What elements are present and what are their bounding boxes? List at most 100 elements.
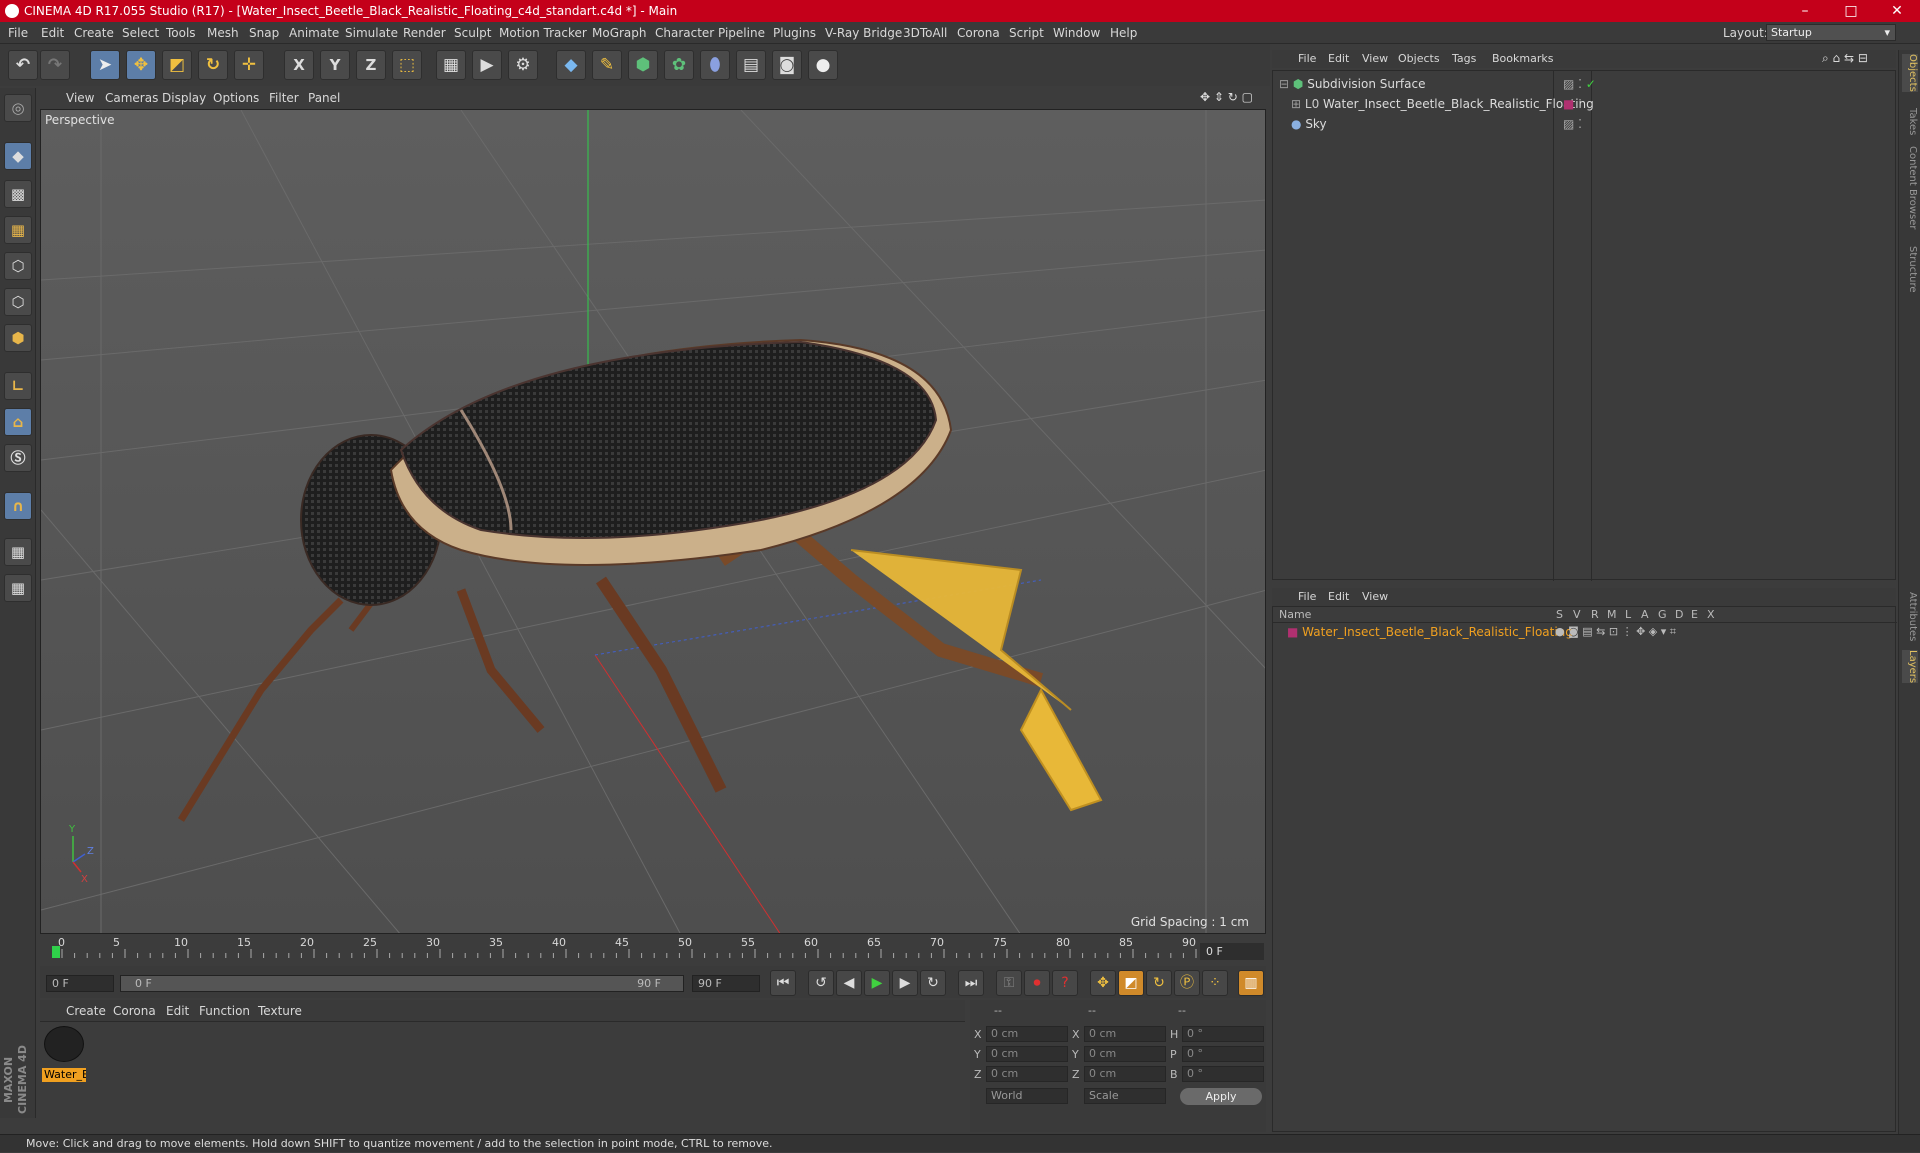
key-pla-button[interactable]: ⁘ [1202,970,1228,996]
key-rotation-button[interactable]: ↻ [1146,970,1172,996]
snap-button[interactable]: Ⓢ [4,444,32,472]
y-axis-lock-button[interactable]: Y [320,50,350,80]
column-render[interactable]: R [1591,608,1599,621]
layer-color-icon[interactable]: ■ ⁚ [1563,95,1582,113]
keyframe-selection-button[interactable]: ? [1052,970,1078,996]
column-locked[interactable]: L [1625,608,1631,621]
menu-edit[interactable]: Edit [41,26,64,40]
apply-button[interactable]: Apply [1180,1088,1262,1105]
menu-character[interactable]: Character [655,26,714,40]
live-selection-button[interactable]: ➤ [90,50,120,80]
material-menu-corona[interactable]: Corona [113,1004,156,1018]
rotation-h-field[interactable]: 0 ° [1182,1026,1264,1042]
timeline-ruler[interactable]: 0 5 10 15 20 25 30 35 40 45 50 55 60 65 … [40,936,1266,962]
key-position-button[interactable]: ✥ [1090,970,1116,996]
object-flags-icon[interactable]: ▨ ⁚ [1563,115,1582,133]
undo-button[interactable]: ↶ [8,50,38,80]
magnet-button[interactable]: ∩ [4,492,32,520]
material-menu-texture[interactable]: Texture [258,1004,302,1018]
om-search-icon[interactable]: ⌕ ⌂ ⇆ ⊟ [1822,51,1868,66]
workplane-lock-button[interactable]: ▦ [4,538,32,566]
key-scale-button[interactable]: ◩ [1118,970,1144,996]
size-z-field[interactable]: 0 cm [1084,1066,1166,1082]
light-button[interactable]: ● [808,50,838,80]
lm-menu-edit[interactable]: Edit [1328,590,1349,603]
om-menu-objects[interactable]: Objects [1398,52,1440,65]
column-name[interactable]: Name [1279,608,1311,621]
viewport-menu-filter[interactable]: Filter [269,91,299,105]
viewport-menu-cameras[interactable]: Cameras [105,91,158,105]
menu-snap[interactable]: Snap [249,26,279,40]
column-view[interactable]: V [1573,608,1581,621]
viewport-menu-view[interactable]: View [66,91,94,105]
camera-button[interactable]: ◙ [772,50,802,80]
om-menu-bookmarks[interactable]: Bookmarks [1492,52,1553,65]
column-expressions[interactable]: E [1691,608,1698,621]
make-editable-button[interactable]: ◎ [4,94,32,122]
om-menu-tags[interactable]: Tags [1452,52,1476,65]
go-to-start-button[interactable]: ⏮ [770,970,796,996]
record-keys-button[interactable]: ⚿ [996,970,1022,996]
column-manager[interactable]: M [1607,608,1617,621]
size-mode-dropdown[interactable]: Scale [1084,1088,1166,1104]
menu-mograph[interactable]: MoGraph [592,26,647,40]
maximize-button[interactable]: □ [1828,0,1874,22]
3d-viewport[interactable]: Y Z X Perspective Grid Spacing : 1 cm [40,109,1266,934]
column-generators[interactable]: G [1658,608,1667,621]
edges-mode-button[interactable]: ⬡ [4,288,32,316]
z-axis-lock-button[interactable]: Z [356,50,386,80]
redo-button[interactable]: ↷ [40,50,70,80]
polygons-mode-button[interactable]: ⬢ [4,324,32,352]
menu-plugins[interactable]: Plugins [773,26,816,40]
move-tool-button[interactable]: ✥ [126,50,156,80]
menu-select[interactable]: Select [122,26,159,40]
current-frame-field[interactable]: 0 F [1200,943,1264,960]
next-key-button[interactable]: ↻ [920,970,946,996]
menu-sculpt[interactable]: Sculpt [454,26,491,40]
menu-window[interactable]: Window [1053,26,1100,40]
timeline-window-button[interactable]: ▥ [1238,970,1264,996]
layer-toggle-icons[interactable]: ● ◙ ▤ ⇆ ⊡ ⋮ ✥ ◈ ▾ ⌗ [1555,623,1676,641]
tweak-mode-button[interactable]: ⌂ [4,408,32,436]
points-mode-button[interactable]: ⬡ [4,252,32,280]
viewport-menu-panel[interactable]: Panel [308,91,340,105]
floor-button[interactable]: ▤ [736,50,766,80]
play-button[interactable]: ▶ [864,970,890,996]
tab-layers[interactable]: Layers [1902,650,1918,684]
texture-mode-button[interactable]: ▩ [4,180,32,208]
material-menu-function[interactable]: Function [199,1004,250,1018]
start-frame-field[interactable]: 0 F [46,975,114,992]
position-x-field[interactable]: 0 cm [986,1026,1068,1042]
menu-simulate[interactable]: Simulate [345,26,398,40]
deformer-button[interactable]: ⬮ [700,50,730,80]
lm-menu-view[interactable]: View [1362,590,1388,603]
viewport-menu-display[interactable]: Display [162,91,206,105]
menu-3dtoall[interactable]: 3DToAll [903,26,947,40]
object-row[interactable]: ● Sky ▨ ⁚ [1291,115,1891,133]
om-menu-view[interactable]: View [1362,52,1388,65]
menu-create[interactable]: Create [74,26,114,40]
render-settings-button[interactable]: ⚙ [508,50,538,80]
end-frame-field[interactable]: 90 F [692,975,760,992]
x-axis-lock-button[interactable]: X [284,50,314,80]
tab-takes[interactable]: Takes [1902,108,1918,135]
menu-motion-tracker[interactable]: Motion Tracker [499,26,587,40]
cube-object-button[interactable]: ◆ [556,50,586,80]
menu-render[interactable]: Render [403,26,446,40]
menu-script[interactable]: Script [1009,26,1044,40]
menu-animate[interactable]: Animate [289,26,339,40]
rotation-p-field[interactable]: 0 ° [1182,1046,1264,1062]
transform-tool-button[interactable]: ✛ [234,50,264,80]
subdivision-surface-button[interactable]: ⬢ [628,50,658,80]
menu-mesh[interactable]: Mesh [207,26,239,40]
model-mode-button[interactable]: ◆ [4,142,32,170]
tab-attributes[interactable]: Attributes [1902,592,1918,641]
column-xrefs[interactable]: X [1707,608,1715,621]
cloner-button[interactable]: ✿ [664,50,694,80]
pen-spline-button[interactable]: ✎ [592,50,622,80]
material-thumbnail[interactable] [44,1026,84,1062]
column-animation[interactable]: A [1641,608,1649,621]
position-z-field[interactable]: 0 cm [986,1066,1068,1082]
layer-row[interactable]: ■ Water_Insect_Beetle_Black_Realistic_Fl… [1287,623,1887,641]
coordinate-system-button[interactable]: ⬚ [392,50,422,80]
